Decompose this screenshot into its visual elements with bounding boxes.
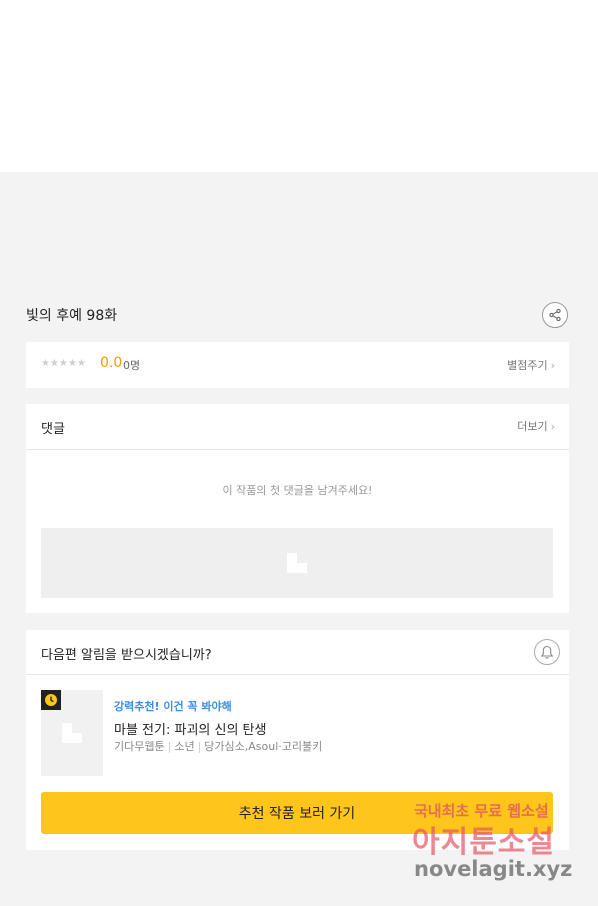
bell-icon <box>540 645 554 659</box>
recommended-work-meta: 기다무웹툰 | 소년 | 당가심소,Asoul·고리불키 <box>114 740 323 753</box>
chevron-right-icon: › <box>550 359 555 372</box>
viewer-blank-area <box>0 0 598 172</box>
rating-score: 0.0 <box>100 355 123 371</box>
notify-question: 다음편 알림을 받으시겠습니까? <box>41 648 212 663</box>
watermark: 국내최초 무료 웹소설 아지툰소설 novelagit.xyz <box>412 800 582 885</box>
ad-banner-placeholder[interactable] <box>41 528 553 598</box>
notify-bell-button[interactable] <box>534 639 560 665</box>
divider <box>26 449 569 450</box>
episode-title: 빛의 후예 98화 <box>26 308 118 324</box>
divider <box>26 674 569 675</box>
comments-empty-message: 이 작품의 첫 댓글을 남겨주세요! <box>222 484 373 497</box>
clock-badge <box>41 690 61 710</box>
clock-icon <box>45 694 57 706</box>
comments-card: 댓글 더보기 › 이 작품의 첫 댓글을 남겨주세요! <box>26 404 569 613</box>
watermark-line3: novelagit.xyz <box>414 857 573 881</box>
meta-category: 기다무웹툰 <box>114 740 165 753</box>
image-placeholder-icon <box>287 553 307 573</box>
meta-genre: 소년 <box>174 740 195 753</box>
comments-title: 댓글 <box>41 422 65 437</box>
image-placeholder-icon <box>62 723 82 743</box>
recommend-promo-text: 강력추천! 이건 꼭 봐야해 <box>114 700 232 713</box>
rating-count: 0명 <box>123 359 141 372</box>
rate-link-label: 별점주기 <box>507 359 548 372</box>
rating-card: ★★★★★ 0.0 0명 별점주기 › <box>26 342 569 388</box>
recommended-work-title[interactable]: 마블 전기: 파괴의 신의 탄생 <box>114 719 266 738</box>
rating-stars: ★★★★★ <box>41 358 86 369</box>
meta-authors: 당가심소,Asoul·고리불키 <box>204 740 323 753</box>
share-icon <box>549 308 561 322</box>
share-button[interactable] <box>542 302 568 328</box>
comments-more-link[interactable]: 더보기 › <box>517 418 555 434</box>
chevron-right-icon: › <box>550 420 555 433</box>
watermark-line2: 아지툰소설 <box>412 825 555 860</box>
more-link-label: 더보기 <box>517 420 548 433</box>
rate-link[interactable]: 별점주기 › <box>507 357 555 373</box>
